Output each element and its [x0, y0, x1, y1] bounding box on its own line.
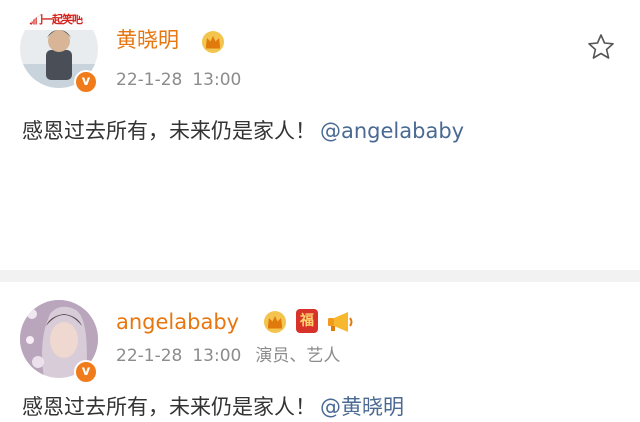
fu-badge-icon[interactable]: 福: [296, 309, 318, 333]
post-meta: 22-1-28 13:00 演员、艺人: [116, 344, 340, 368]
weibo-post: v angelababy 福 22-1-28 13:00 演员、艺人 感恩过去所有，…: [0, 282, 640, 419]
post-separator: [0, 270, 640, 282]
username[interactable]: angelababy: [116, 308, 239, 336]
post-date: 22-1-28: [116, 70, 183, 90]
weibo-post: 我们一起笑吧 v 黄晓明 22-1-28 13:00 感恩过去所有，未来仍是家人！…: [0, 0, 640, 270]
crown-icon[interactable]: [200, 30, 226, 54]
post-meta: 22-1-28 13:00: [116, 68, 241, 92]
crown-icon[interactable]: [262, 310, 288, 334]
post-time: 13:00: [192, 70, 242, 90]
user-role: 演员、艺人: [255, 346, 341, 366]
post-date: 22-1-28: [116, 346, 183, 366]
megaphone-icon[interactable]: [326, 310, 354, 334]
post-text: 感恩过去所有，未来仍是家人！: [22, 119, 316, 143]
mention-link[interactable]: @黄晓明: [320, 395, 404, 419]
mention-link[interactable]: @angelababy: [320, 119, 464, 143]
username[interactable]: 黄晓明: [116, 26, 179, 54]
avatar-banner-text: 我们一起笑吧: [22, 13, 83, 26]
post-content: 感恩过去所有，未来仍是家人！ @angelababy: [22, 116, 464, 146]
verified-badge-icon: v: [74, 360, 98, 384]
verified-badge-icon: v: [74, 70, 98, 94]
star-icon[interactable]: [586, 32, 616, 62]
post-time: 13:00: [192, 346, 242, 366]
post-text: 感恩过去所有，未来仍是家人！: [22, 395, 316, 419]
